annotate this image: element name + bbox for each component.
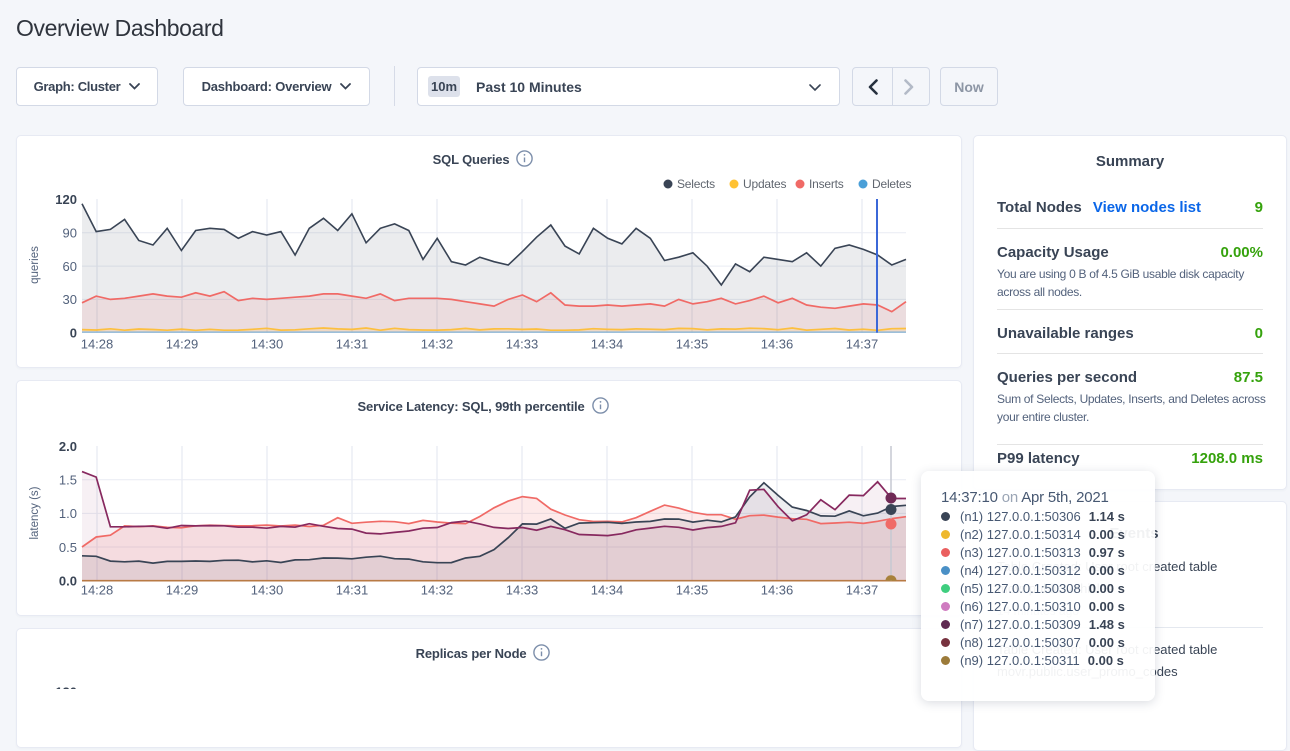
svg-text:14:30: 14:30 bbox=[251, 583, 284, 598]
svg-text:0.5: 0.5 bbox=[59, 540, 77, 555]
svg-text:14:29: 14:29 bbox=[166, 337, 199, 352]
svg-text:queries: queries bbox=[29, 246, 41, 284]
svg-text:14:33: 14:33 bbox=[506, 337, 539, 352]
svg-text:Deletes: Deletes bbox=[872, 177, 911, 191]
svg-text:14:30: 14:30 bbox=[251, 337, 284, 352]
svg-text:14:37: 14:37 bbox=[846, 583, 879, 598]
svg-text:14:28: 14:28 bbox=[81, 583, 114, 598]
svg-text:120: 120 bbox=[55, 685, 77, 690]
svg-text:14:32: 14:32 bbox=[421, 583, 454, 598]
svg-text:14:37: 14:37 bbox=[846, 337, 879, 352]
svg-text:14:36: 14:36 bbox=[761, 583, 794, 598]
svg-text:14:34: 14:34 bbox=[591, 583, 624, 598]
svg-text:1.5: 1.5 bbox=[59, 473, 77, 488]
svg-text:1.0: 1.0 bbox=[59, 506, 77, 521]
svg-text:14:36: 14:36 bbox=[761, 337, 794, 352]
svg-text:0: 0 bbox=[70, 326, 77, 341]
svg-text:14:35: 14:35 bbox=[676, 583, 709, 598]
svg-text:14:31: 14:31 bbox=[336, 583, 369, 598]
svg-text:14:28: 14:28 bbox=[81, 337, 114, 352]
svg-text:14:32: 14:32 bbox=[421, 337, 454, 352]
svg-text:60: 60 bbox=[63, 259, 77, 274]
svg-text:latency (s): latency (s) bbox=[29, 486, 41, 539]
svg-text:2.0: 2.0 bbox=[59, 439, 77, 454]
svg-text:14:34: 14:34 bbox=[591, 337, 624, 352]
svg-text:Selects: Selects bbox=[677, 177, 715, 191]
svg-text:14:33: 14:33 bbox=[506, 583, 539, 598]
svg-text:Updates: Updates bbox=[743, 177, 786, 191]
svg-text:14:29: 14:29 bbox=[166, 583, 199, 598]
svg-text:30: 30 bbox=[63, 292, 77, 307]
svg-text:Inserts: Inserts bbox=[809, 177, 844, 191]
svg-text:90: 90 bbox=[63, 226, 77, 241]
svg-text:14:31: 14:31 bbox=[336, 337, 369, 352]
svg-text:120: 120 bbox=[55, 192, 77, 207]
svg-text:14:35: 14:35 bbox=[676, 337, 709, 352]
svg-text:0.0: 0.0 bbox=[59, 574, 77, 589]
